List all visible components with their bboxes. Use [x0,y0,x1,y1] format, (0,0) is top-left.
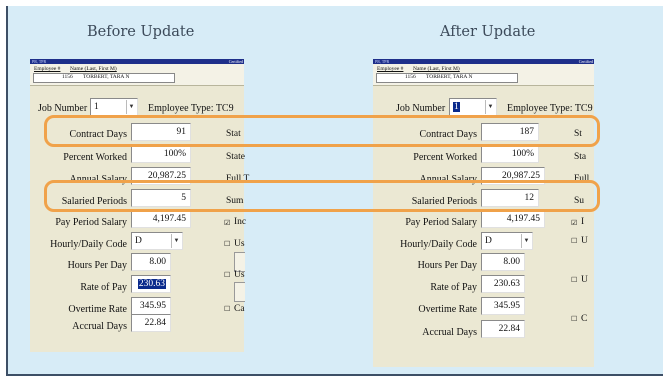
overtime-rate-label: Overtime Rate [68,304,127,315]
side-ca-label: C [581,314,588,324]
job-number-label: Job Number [396,103,446,114]
checkbox-icon[interactable]: ☐ [571,276,577,284]
checkbox-checked-icon[interactable]: ☑ [571,219,577,227]
chevron-down-icon[interactable]: ▼ [485,100,495,114]
hours-per-day-label: Hours Per Day [67,260,127,271]
checkbox-icon[interactable]: ☐ [571,315,577,323]
percent-worked-label: Percent Worked [63,152,127,163]
overtime-rate-field[interactable]: 345.95 [131,297,171,315]
checkbox-icon[interactable]: ☐ [571,237,577,245]
checkbox-checked-icon[interactable]: ☑ [224,219,230,227]
overtime-rate-label: Overtime Rate [418,304,477,315]
side-us-label-2: Us [234,270,245,280]
job-number-select[interactable]: 1 ▼ [449,98,497,116]
side-field[interactable] [234,252,245,272]
overtime-rate-field[interactable]: 345.95 [481,297,525,315]
employee-name-label: Name (Last, First M) [70,66,117,72]
side-ca-label: Ca [234,304,245,314]
employee-header: Employee # Name (Last, First M) 1156 TOR… [373,64,594,86]
accrual-days-label: Accrual Days [72,321,127,332]
hours-per-day-field[interactable]: 8.00 [481,253,525,271]
employee-number-label: Employee # [34,66,61,72]
accrual-days-field[interactable]: 22.84 [481,320,525,338]
pay-period-salary-label: Pay Period Salary [55,217,127,228]
hourly-daily-code-select[interactable]: D ▼ [131,232,183,250]
checkbox-icon[interactable]: ☐ [224,240,230,248]
after-heading: After Update [440,24,536,40]
checkbox-icon[interactable]: ☐ [224,305,230,313]
checkbox-icon[interactable]: ☐ [224,271,230,279]
rate-of-pay-field[interactable]: 230.63 [131,275,171,293]
pay-period-salary-field[interactable]: 4,197.45 [481,210,545,228]
chevron-down-icon[interactable]: ▼ [171,234,181,248]
side-state-label: State [226,152,245,162]
employee-name-label: Name (Last, First M) [413,66,460,72]
hourly-daily-code-label: Hourly/Daily Code [50,239,127,250]
contract-days-highlight [44,115,600,147]
rate-of-pay-field[interactable]: 230.63 [481,275,525,293]
hours-per-day-field[interactable]: 8.00 [131,253,171,271]
side-state-label: Sta [574,152,587,162]
chevron-down-icon[interactable]: ▼ [126,100,136,114]
hourly-daily-code-label: Hourly/Daily Code [400,239,477,250]
employee-header: Employee # Name (Last, First M) 1156 TOR… [30,64,244,86]
job-number-label: Job Number [38,103,88,114]
salaried-periods-highlight [44,180,600,212]
employee-number: 1156 [405,74,416,80]
employee-number: 1156 [62,74,73,80]
rate-of-pay-label: Rate of Pay [430,282,477,293]
hours-per-day-label: Hours Per Day [417,260,477,271]
before-heading: Before Update [87,24,195,40]
accrual-days-field[interactable]: 22.84 [131,314,171,332]
side-us-label-1: Us [234,239,245,249]
accrual-days-label: Accrual Days [422,327,477,338]
employee-number-label: Employee # [377,66,404,72]
employee-name: TORBERT, TARA N [426,74,473,80]
hourly-daily-code-select[interactable]: D ▼ [481,232,533,250]
rate-of-pay-label: Rate of Pay [80,282,127,293]
employee-type-label: Employee Type: TC9 [148,103,234,114]
side-inc-label: Inc [234,217,247,227]
after-panel: PR, TPR Certified Employee # Name (Last,… [373,59,594,367]
side-us-label-2: U [581,275,588,285]
pay-period-salary-field[interactable]: 4,197.45 [131,210,191,228]
side-field[interactable] [234,282,245,302]
chevron-down-icon[interactable]: ▼ [521,234,531,248]
side-inc-label: I [581,217,585,227]
job-number-select[interactable]: 1 ▼ [90,98,138,116]
side-us-label-1: U [581,236,588,246]
percent-worked-label: Percent Worked [413,152,477,163]
employee-name: TORBERT, TARA N [83,74,130,80]
pay-period-salary-label: Pay Period Salary [405,217,477,228]
employee-type-label: Employee Type: TC9 [507,103,593,114]
percent-worked-field[interactable]: 100% [481,145,539,163]
percent-worked-field[interactable]: 100% [131,145,191,163]
